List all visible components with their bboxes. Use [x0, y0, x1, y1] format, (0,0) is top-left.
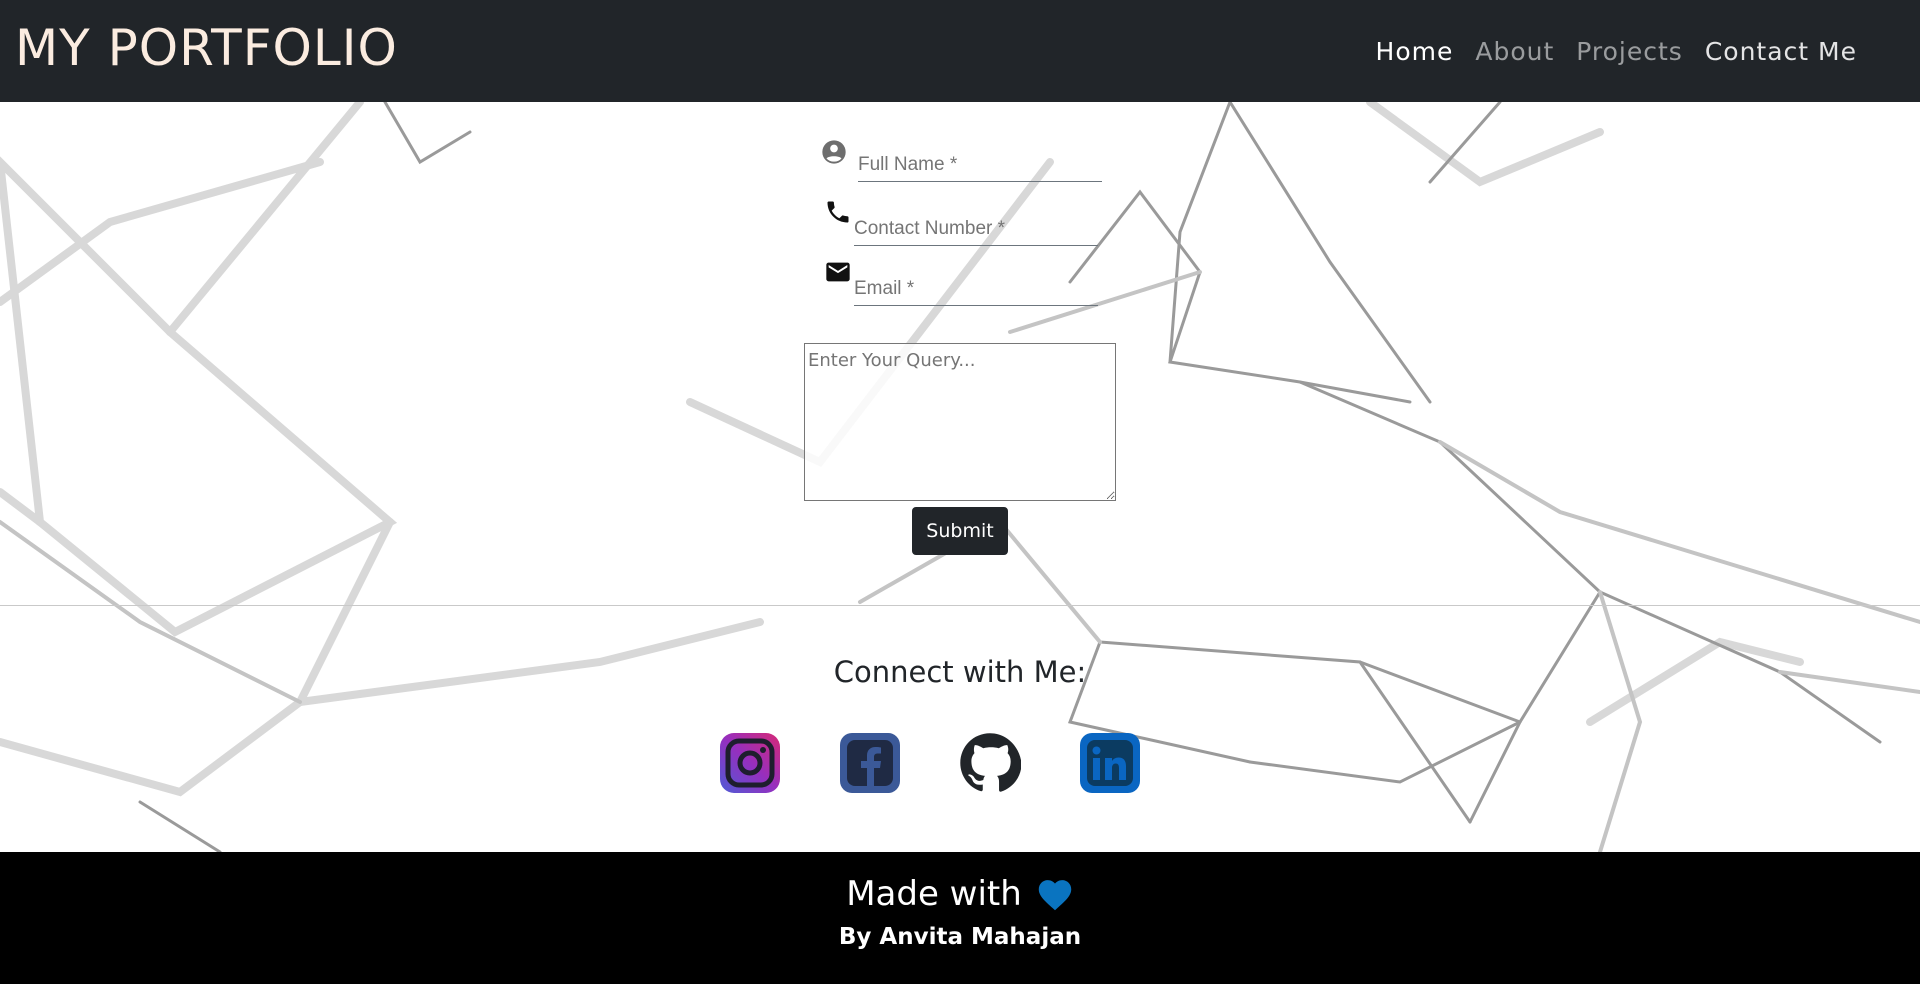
- made-with-line: Made with: [0, 872, 1920, 916]
- facebook-link[interactable]: [839, 732, 901, 794]
- nav-link-contact[interactable]: Contact Me: [1694, 34, 1868, 70]
- nav-link-home[interactable]: Home: [1365, 34, 1465, 70]
- facebook-icon: [840, 733, 900, 793]
- footer: Made with By Anvita Mahajan: [0, 852, 1920, 984]
- email-input[interactable]: [854, 272, 1098, 306]
- linkedin-link[interactable]: [1079, 732, 1141, 794]
- heart-icon: [1038, 880, 1072, 911]
- contact-number-row: [824, 198, 1098, 246]
- email-row: [824, 258, 1098, 306]
- contact-number-input[interactable]: [854, 212, 1098, 246]
- navbar: MY PORTFOLIO Home About Projects Contact…: [0, 0, 1920, 102]
- account-circle-icon: [822, 140, 846, 164]
- author-byline: By Anvita Mahajan: [838, 924, 1082, 950]
- section-divider: [0, 605, 1920, 606]
- github-link[interactable]: [959, 732, 1021, 794]
- nav-links: Home About Projects Contact Me: [1365, 34, 1868, 70]
- github-icon: [960, 733, 1021, 792]
- full-name-input[interactable]: [858, 148, 1102, 182]
- connect-title: Connect with Me:: [833, 655, 1087, 689]
- submit-button[interactable]: Submit: [912, 507, 1008, 555]
- mail-icon: [826, 262, 850, 282]
- instagram-link[interactable]: [719, 732, 781, 794]
- phone-icon: [827, 201, 849, 223]
- query-textarea[interactable]: [804, 343, 1116, 501]
- instagram-icon: [720, 733, 780, 793]
- made-with-text: Made with: [846, 874, 1022, 914]
- nav-link-about[interactable]: About: [1464, 34, 1565, 70]
- nav-link-projects[interactable]: Projects: [1565, 34, 1694, 70]
- full-name-row: [820, 138, 1102, 182]
- linkedin-icon: [1080, 733, 1140, 793]
- brand-logo[interactable]: MY PORTFOLIO: [15, 18, 398, 78]
